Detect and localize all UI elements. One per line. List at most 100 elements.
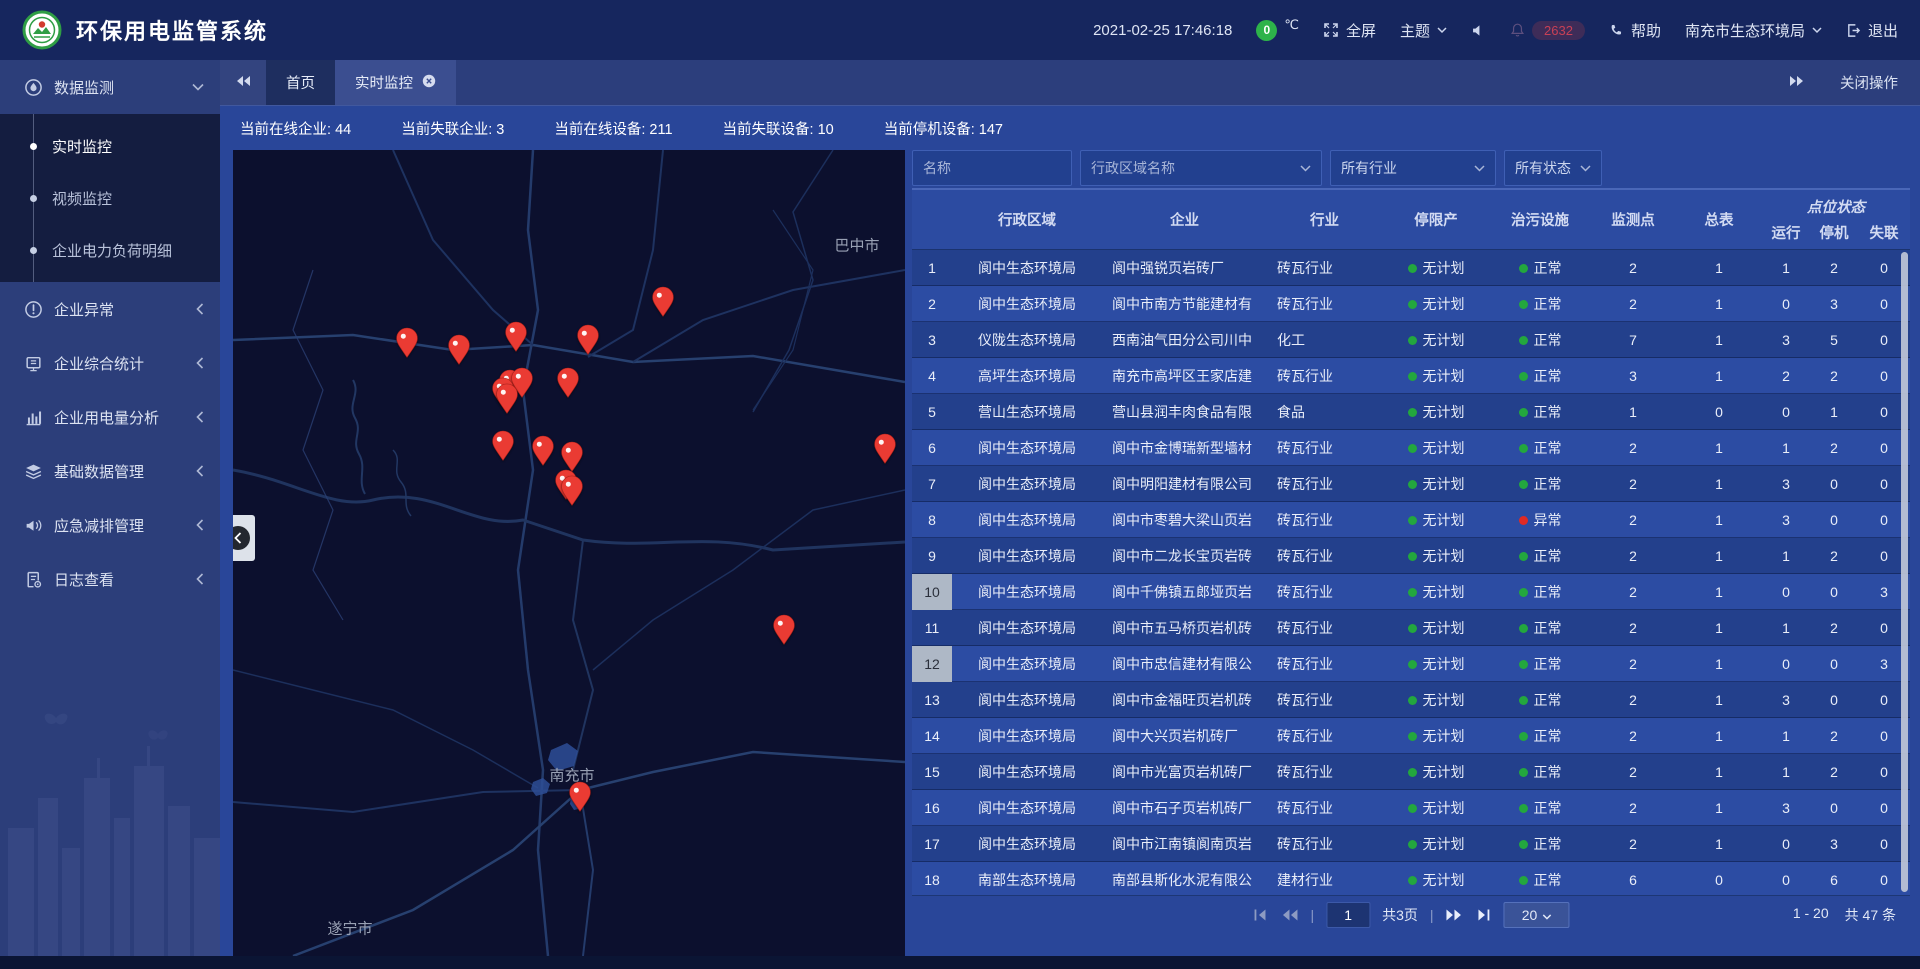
column-run: 运行 bbox=[1762, 222, 1810, 243]
map-marker-pin[interactable] bbox=[504, 321, 528, 353]
status-dot-icon bbox=[1519, 660, 1528, 669]
status-dot-icon bbox=[1408, 804, 1417, 813]
user-dropdown[interactable]: 南充市生态环境局 bbox=[1685, 20, 1822, 41]
table-row[interactable]: 6阆中生态环境局阆中市金博瑞新型墙材砖瓦行业无计划正常21120 bbox=[912, 430, 1910, 466]
region-filter-select[interactable]: 行政区域名称 bbox=[1080, 150, 1322, 186]
map-marker-pin[interactable] bbox=[651, 286, 675, 318]
table-scrollbar[interactable] bbox=[1901, 252, 1908, 892]
next-page-button[interactable] bbox=[1446, 908, 1464, 922]
map-marker-pin[interactable] bbox=[447, 334, 471, 366]
sidebar-item-power-usage-analysis[interactable]: 企业用电量分析 bbox=[0, 390, 220, 444]
cell-production-status: 无计划 bbox=[1382, 798, 1490, 818]
map-marker-pin[interactable] bbox=[772, 614, 796, 646]
sidebar-item-base-data-management[interactable]: 基础数据管理 bbox=[0, 444, 220, 498]
status-dot-icon bbox=[1519, 372, 1528, 381]
map-panel[interactable]: 巴中市南充市遂宁市 bbox=[233, 150, 905, 956]
table-row[interactable]: 9阆中生态环境局阆中市二龙长宝页岩砖砖瓦行业无计划正常21120 bbox=[912, 538, 1910, 574]
notifications[interactable]: 2632 bbox=[1510, 21, 1585, 40]
map-marker-pin[interactable] bbox=[495, 383, 519, 415]
sidebar-item-emergency-reduction[interactable]: 应急减排管理 bbox=[0, 498, 220, 552]
name-filter-input[interactable]: 名称 bbox=[912, 150, 1072, 186]
column-region: 行政区域 bbox=[952, 209, 1102, 230]
cell-production-status: 无计划 bbox=[1382, 294, 1490, 314]
table-row[interactable]: 8阆中生态环境局阆中市枣碧大梁山页岩砖瓦行业无计划异常21300 bbox=[912, 502, 1910, 538]
tabs-scroll-right-button[interactable] bbox=[1774, 75, 1820, 91]
previous-page-button[interactable] bbox=[1280, 908, 1298, 922]
map-marker-pin[interactable] bbox=[576, 324, 600, 356]
fullscreen-button[interactable]: 全屏 bbox=[1323, 20, 1376, 41]
cell-total-meter: 1 bbox=[1676, 728, 1762, 744]
stat-value: 147 bbox=[979, 122, 1003, 138]
sidebar-item-enterprise-abnormal[interactable]: 企业异常 bbox=[0, 282, 220, 336]
table-row[interactable]: 5营山生态环境局营山县润丰肉食品有限食品无计划正常10010 bbox=[912, 394, 1910, 430]
tabs-scroll-left-button[interactable] bbox=[220, 60, 266, 105]
theme-dropdown[interactable]: 主题 bbox=[1400, 20, 1447, 41]
column-company: 企业 bbox=[1102, 209, 1267, 230]
map-collapse-handle[interactable] bbox=[233, 515, 255, 561]
map-marker-pin[interactable] bbox=[395, 327, 419, 359]
map-marker-pin[interactable] bbox=[568, 781, 592, 813]
sidebar-item-log-view[interactable]: 日志查看 bbox=[0, 552, 220, 606]
tab-realtime-monitor[interactable]: 实时监控 bbox=[335, 60, 456, 105]
chevron-left-icon bbox=[196, 519, 204, 531]
table-row[interactable]: 14阆中生态环境局阆中大兴页岩机砖厂砖瓦行业无计划正常21120 bbox=[912, 718, 1910, 754]
cell-facility-status: 正常 bbox=[1490, 690, 1590, 710]
cell-monitor-count: 7 bbox=[1590, 332, 1676, 348]
table-row[interactable]: 11阆中生态环境局阆中市五马桥页岩机砖砖瓦行业无计划正常21120 bbox=[912, 610, 1910, 646]
cell-industry: 砖瓦行业 bbox=[1267, 690, 1382, 710]
map-marker-pin[interactable] bbox=[531, 435, 555, 467]
sound-toggle[interactable] bbox=[1471, 23, 1486, 38]
table-row[interactable]: 17阆中生态环境局阆中市江南镇阆南页岩砖瓦行业无计划正常21030 bbox=[912, 826, 1910, 862]
map-marker-pin[interactable] bbox=[560, 475, 584, 507]
table-row[interactable]: 4高坪生态环境局南充市高坪区王家店建砖瓦行业无计划正常31220 bbox=[912, 358, 1910, 394]
cell-company: 阆中市金福旺页岩机砖 bbox=[1102, 690, 1267, 710]
status-dot-icon bbox=[1408, 300, 1417, 309]
phone-icon bbox=[1609, 23, 1624, 38]
table-row[interactable]: 12阆中生态环境局阆中市忠信建材有限公砖瓦行业无计划正常21003 bbox=[912, 646, 1910, 682]
sidebar-item-data-monitor[interactable]: 数据监测 bbox=[0, 60, 220, 114]
table-row[interactable]: 13阆中生态环境局阆中市金福旺页岩机砖砖瓦行业无计划正常21300 bbox=[912, 682, 1910, 718]
table-row[interactable]: 15阆中生态环境局阆中市光富页岩机砖厂砖瓦行业无计划正常21120 bbox=[912, 754, 1910, 790]
sidebar-subitem[interactable]: 企业电力负荷明细 bbox=[0, 224, 220, 276]
close-operations-button[interactable]: 关闭操作 bbox=[1840, 72, 1898, 93]
industry-filter-select[interactable]: 所有行业 bbox=[1330, 150, 1496, 186]
table-row[interactable]: 18南部生态环境局南部县斯化水泥有限公建材行业无计划正常60060 bbox=[912, 862, 1910, 895]
cell-run-count: 3 bbox=[1762, 800, 1810, 816]
sidebar-subitem[interactable]: 视频监控 bbox=[0, 172, 220, 224]
first-page-button[interactable] bbox=[1252, 908, 1268, 922]
sidebar-subitem[interactable]: 实时监控 bbox=[0, 120, 220, 172]
column-stop: 停机 bbox=[1810, 222, 1858, 243]
cell-company: 阆中大兴页岩机砖厂 bbox=[1102, 726, 1267, 746]
tab-home[interactable]: 首页 bbox=[266, 60, 335, 105]
cell-stop-count: 0 bbox=[1810, 584, 1858, 600]
table-row[interactable]: 10阆中生态环境局阆中千佛镇五郎垭页岩砖瓦行业无计划正常21003 bbox=[912, 574, 1910, 610]
cell-rownum: 9 bbox=[912, 538, 952, 574]
cell-monitor-count: 2 bbox=[1590, 656, 1676, 672]
table-row[interactable]: 1阆中生态环境局阆中强锐页岩砖厂砖瓦行业无计划正常21120 bbox=[912, 250, 1910, 286]
logout-button[interactable]: 退出 bbox=[1846, 20, 1898, 41]
table-row[interactable]: 2阆中生态环境局阆中市南方节能建材有砖瓦行业无计划正常21030 bbox=[912, 286, 1910, 322]
cell-run-count: 1 bbox=[1762, 620, 1810, 636]
help-button[interactable]: 帮助 bbox=[1609, 20, 1661, 41]
cell-company: 阆中市二龙长宝页岩砖 bbox=[1102, 546, 1267, 566]
cell-company: 阆中市江南镇阆南页岩 bbox=[1102, 834, 1267, 854]
page-number-input[interactable]: 1 bbox=[1326, 902, 1370, 928]
table-row[interactable]: 3仪陇生态环境局西南油气田分公司川中化工无计划正常71350 bbox=[912, 322, 1910, 358]
map-marker-pin[interactable] bbox=[556, 367, 580, 399]
table-row[interactable]: 16阆中生态环境局阆中市石子页岩机砖厂砖瓦行业无计划正常21300 bbox=[912, 790, 1910, 826]
cell-industry: 化工 bbox=[1267, 330, 1382, 350]
pagination-bar: | 1 共3页 | 20 1 - 20 共 47 条 bbox=[912, 895, 1910, 934]
column-total: 总表 bbox=[1676, 209, 1762, 230]
cell-run-count: 0 bbox=[1762, 872, 1810, 888]
status-filter-select[interactable]: 所有状态 bbox=[1504, 150, 1602, 186]
map-marker-pin[interactable] bbox=[491, 430, 515, 462]
table-row[interactable]: 7阆中生态环境局阆中明阳建材有限公司砖瓦行业无计划正常21300 bbox=[912, 466, 1910, 502]
tab-close-icon[interactable] bbox=[422, 74, 436, 92]
page-size-select[interactable]: 20 bbox=[1504, 902, 1570, 928]
last-page-button[interactable] bbox=[1476, 908, 1492, 922]
cell-company: 阆中市石子页岩机砖厂 bbox=[1102, 798, 1267, 818]
cell-region: 仪陇生态环境局 bbox=[952, 330, 1102, 350]
cell-production-status: 无计划 bbox=[1382, 438, 1490, 458]
sidebar-item-enterprise-statistics[interactable]: 企业综合统计 bbox=[0, 336, 220, 390]
map-marker-pin[interactable] bbox=[873, 433, 897, 465]
